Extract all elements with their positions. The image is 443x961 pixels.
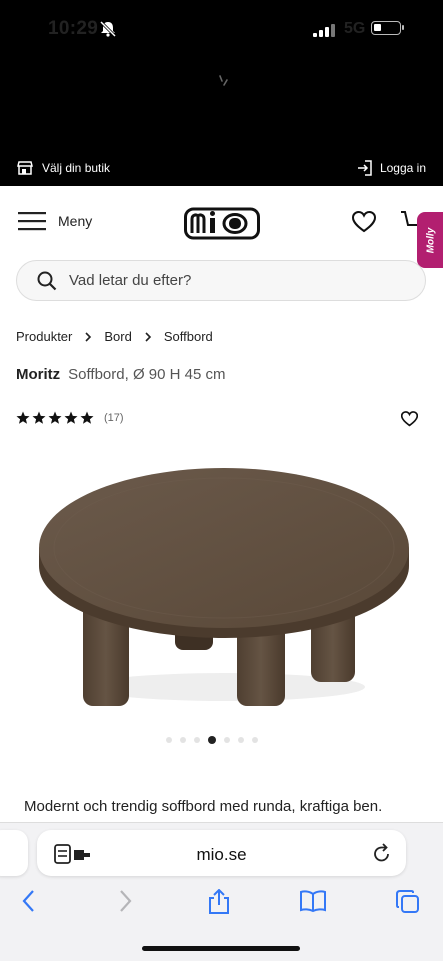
product-name: Moritz [16,366,61,383]
gallery-pagination [166,736,258,744]
star-icon [64,411,78,424]
product-title: Moritz Soffbord, Ø 90 H 45 cm [16,366,225,383]
clock: 10:29 [48,18,99,39]
tabs-icon[interactable] [395,889,421,915]
choose-store-link[interactable]: Välj din butik [16,160,110,176]
breadcrumb: Produkter Bord Soffbord [16,329,213,344]
network-label: 5G [344,20,366,37]
search-icon [37,271,57,290]
gallery-dot[interactable] [238,737,244,743]
search-input[interactable] [67,271,391,290]
gallery-dot[interactable] [166,737,172,743]
home-indicator [142,946,300,951]
store-icon [17,161,33,175]
gallery-dot[interactable] [180,737,186,743]
gallery-dot[interactable] [224,737,230,743]
chevron-right-icon [85,331,92,342]
hamburger-icon [18,212,46,231]
breadcrumb-soffbord[interactable]: Soffbord [164,329,213,344]
gallery-dot-active[interactable] [208,736,216,744]
chevron-right-icon [145,331,151,342]
back-icon[interactable] [22,889,36,913]
star-icon [32,411,46,424]
forward-icon[interactable] [118,889,132,913]
menu-button[interactable]: Meny [18,211,92,231]
breadcrumb-produkter[interactable]: Produkter [16,329,72,344]
loading-icon [219,75,228,86]
product-rating[interactable]: (17) [16,411,124,425]
product-description: Modernt och trendig soffbord med runda, … [24,798,383,815]
menu-label: Meny [58,213,93,229]
favorite-heart-icon[interactable] [401,411,418,427]
mio-logo[interactable] [184,205,260,241]
gallery-dot[interactable] [252,737,258,743]
product-subtitle: Soffbord, Ø 90 H 45 cm [68,366,226,383]
wishlist-heart-icon[interactable] [352,211,376,233]
silent-bell-icon [99,21,117,37]
product-image[interactable] [35,462,413,710]
review-count: (17) [104,412,124,424]
gallery-dot[interactable] [194,737,200,743]
search-bar[interactable] [16,260,426,301]
star-icon [48,411,62,424]
login-icon [357,160,372,176]
reload-icon[interactable] [373,843,391,863]
bookmarks-icon[interactable] [299,889,327,913]
login-link[interactable]: Logga in [357,160,426,176]
share-icon[interactable] [207,889,231,915]
chat-badge-label: Molly [425,227,437,253]
signal-icon [313,24,335,37]
star-icon [80,411,94,424]
star-icon [16,411,30,424]
chat-assistant-tab[interactable]: Molly [417,212,443,268]
battery-icon [371,21,404,35]
choose-store-label: Välj din butik [42,161,111,175]
rating-stars [16,411,94,425]
login-label: Logga in [379,161,426,175]
breadcrumb-bord[interactable]: Bord [104,329,131,344]
